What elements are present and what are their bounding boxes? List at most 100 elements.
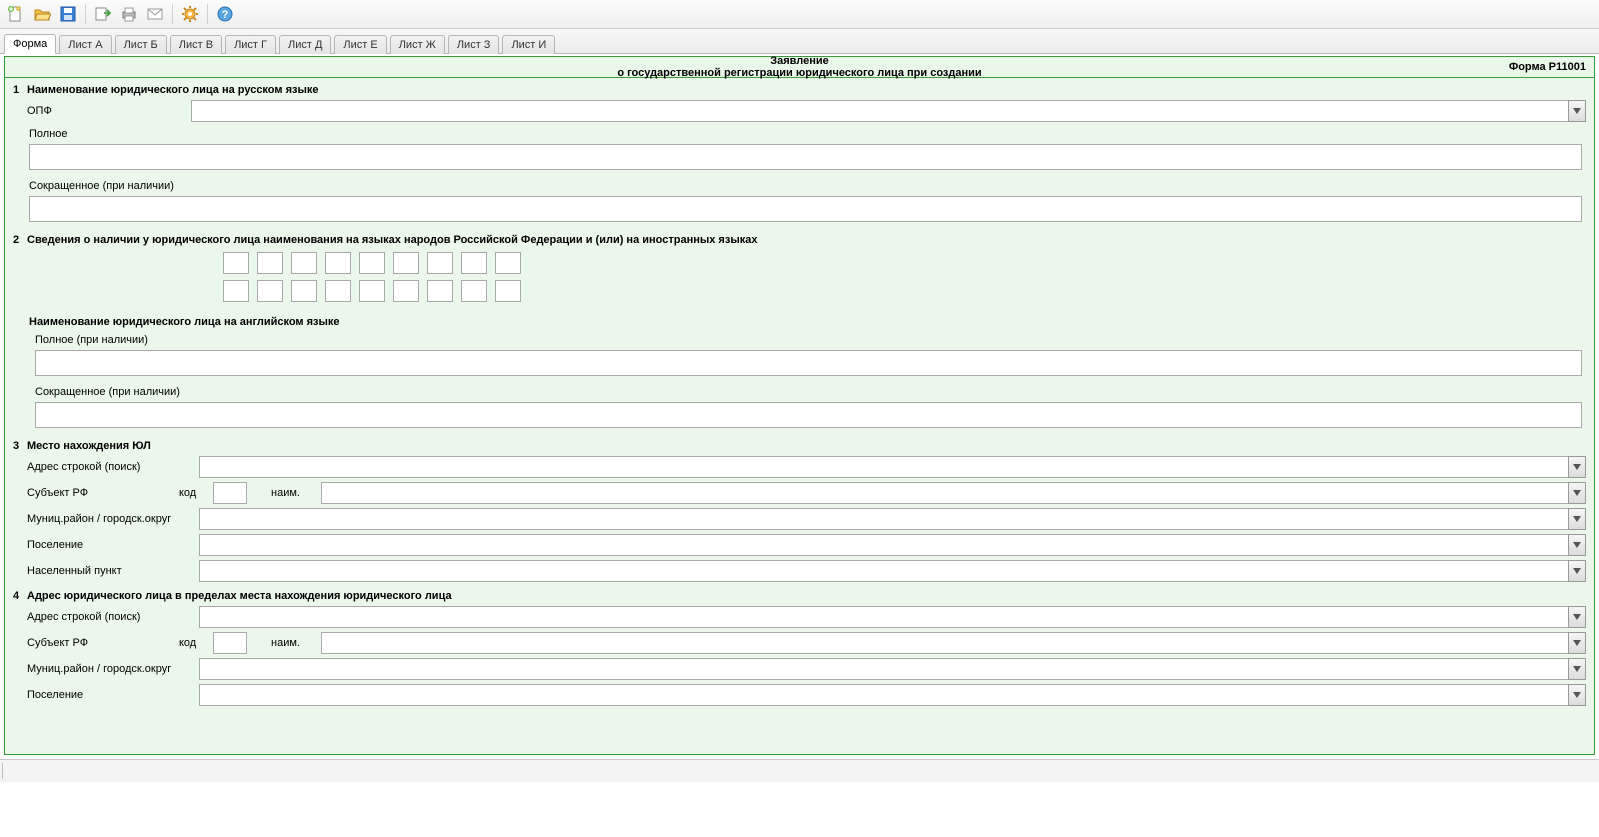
section-2-title: Сведения о наличии у юридического лица н… [27, 234, 757, 246]
munic-row-3: Муниц.район / городск.округ [5, 506, 1594, 532]
section-1-title: Наименование юридического лица на русско… [27, 84, 318, 96]
short-name-label: Сокращенное (при наличии) [5, 176, 1594, 194]
pos-label-4: Поселение [13, 689, 191, 701]
lang-check-1[interactable] [223, 252, 249, 274]
status-bar [0, 759, 1599, 782]
munic-dropdown-4[interactable] [1568, 658, 1586, 680]
tab-label: Лист А [68, 39, 102, 51]
lang-check-3[interactable] [291, 252, 317, 274]
tab-list-v[interactable]: Лист В [170, 35, 222, 54]
naim-label-4: наим. [271, 637, 313, 649]
tab-label: Лист Б [124, 39, 158, 51]
subject-label-3: Субъект РФ [13, 487, 171, 499]
subject-row-3: Субъект РФ код наим. [5, 480, 1594, 506]
tab-form[interactable]: Форма [4, 34, 56, 54]
full-name-label: Полное [5, 124, 1594, 142]
tab-label: Лист Г [234, 39, 267, 51]
lang-check-8[interactable] [461, 252, 487, 274]
form-title: Заявление о государственной регистрации … [5, 55, 1594, 79]
tab-list-z[interactable]: Лист З [448, 35, 500, 54]
print-button[interactable] [117, 2, 141, 26]
lang-check-2[interactable] [257, 252, 283, 274]
tab-list-b[interactable]: Лист Б [115, 35, 167, 54]
tab-list-e[interactable]: Лист Е [334, 35, 386, 54]
pos-dropdown-3[interactable] [1568, 534, 1586, 556]
open-document-button[interactable] [30, 2, 54, 26]
opf-dropdown-button[interactable] [1568, 100, 1586, 122]
kod-label-3: код [179, 487, 205, 499]
tab-list-i[interactable]: Лист И [502, 35, 555, 54]
status-separator [2, 763, 3, 779]
section-1-header: 1 Наименование юридического лица на русс… [5, 78, 1594, 98]
mail-button[interactable] [143, 2, 167, 26]
addr-search-dropdown-4[interactable] [1568, 606, 1586, 628]
tab-list-d[interactable]: Лист Д [279, 35, 331, 54]
kod-label-4: код [179, 637, 205, 649]
new-document-button[interactable] [4, 2, 28, 26]
help-button[interactable]: ? [213, 2, 237, 26]
addr-search-input-3[interactable] [199, 456, 1568, 478]
addr-search-input-4[interactable] [199, 606, 1568, 628]
settings-button[interactable] [178, 2, 202, 26]
lang-check-4[interactable] [325, 252, 351, 274]
tab-label: Лист В [179, 39, 213, 51]
munic-input-3[interactable] [199, 508, 1568, 530]
short-name-input[interactable] [29, 196, 1582, 222]
lang-check-15[interactable] [393, 280, 419, 302]
kod-input-3[interactable] [213, 482, 247, 504]
lang-check-13[interactable] [325, 280, 351, 302]
opf-row: ОПФ [5, 98, 1594, 124]
eng-full-input[interactable] [35, 350, 1582, 376]
munic-input-4[interactable] [199, 658, 1568, 680]
naim-label-3: наим. [271, 487, 313, 499]
munic-label-4: Муниц.район / городск.округ [13, 663, 191, 675]
lang-check-9[interactable] [495, 252, 521, 274]
munic-row-4: Муниц.район / городск.округ [5, 656, 1594, 682]
pos-input-3[interactable] [199, 534, 1568, 556]
section-number: 4 [13, 590, 27, 602]
naim-input-4[interactable] [321, 632, 1568, 654]
naim-dropdown-4[interactable] [1568, 632, 1586, 654]
naim-dropdown-3[interactable] [1568, 482, 1586, 504]
pos-input-4[interactable] [199, 684, 1568, 706]
save-document-button[interactable] [56, 2, 80, 26]
np-row-3: Населенный пункт [5, 558, 1594, 584]
munic-dropdown-3[interactable] [1568, 508, 1586, 530]
lang-check-11[interactable] [257, 280, 283, 302]
section-number: 2 [13, 234, 27, 246]
full-name-input[interactable] [29, 144, 1582, 170]
export-button[interactable] [91, 2, 115, 26]
language-checkbox-grid [5, 248, 1594, 306]
np-dropdown-3[interactable] [1568, 560, 1586, 582]
lang-check-6[interactable] [393, 252, 419, 274]
lang-check-10[interactable] [223, 280, 249, 302]
section-number: 3 [13, 440, 27, 452]
pos-row-4: Поселение [5, 682, 1594, 708]
english-name-heading: Наименование юридического лица на англий… [5, 306, 1594, 330]
lang-check-12[interactable] [291, 280, 317, 302]
lang-check-16[interactable] [427, 280, 453, 302]
addr-search-row-4: Адрес строкой (поиск) [5, 604, 1594, 630]
section-number: 1 [13, 84, 27, 96]
opf-input[interactable] [191, 100, 1568, 122]
lang-check-18[interactable] [495, 280, 521, 302]
kod-input-4[interactable] [213, 632, 247, 654]
form-body: 1 Наименование юридического лица на русс… [4, 77, 1595, 755]
tab-list-g[interactable]: Лист Г [225, 35, 276, 54]
pos-dropdown-4[interactable] [1568, 684, 1586, 706]
tab-list-zh[interactable]: Лист Ж [390, 35, 445, 54]
lang-check-17[interactable] [461, 280, 487, 302]
np-input-3[interactable] [199, 560, 1568, 582]
lang-check-14[interactable] [359, 280, 385, 302]
lang-check-7[interactable] [427, 252, 453, 274]
munic-label-3: Муниц.район / городск.округ [13, 513, 191, 525]
subject-label-4: Субъект РФ [13, 637, 171, 649]
eng-short-input[interactable] [35, 402, 1582, 428]
form-header: Заявление о государственной регистрации … [4, 56, 1595, 77]
addr-search-dropdown-3[interactable] [1568, 456, 1586, 478]
lang-check-5[interactable] [359, 252, 385, 274]
naim-input-3[interactable] [321, 482, 1568, 504]
svg-text:?: ? [222, 9, 229, 21]
tab-list-a[interactable]: Лист А [59, 35, 111, 54]
addr-search-row-3: Адрес строкой (поиск) [5, 454, 1594, 480]
